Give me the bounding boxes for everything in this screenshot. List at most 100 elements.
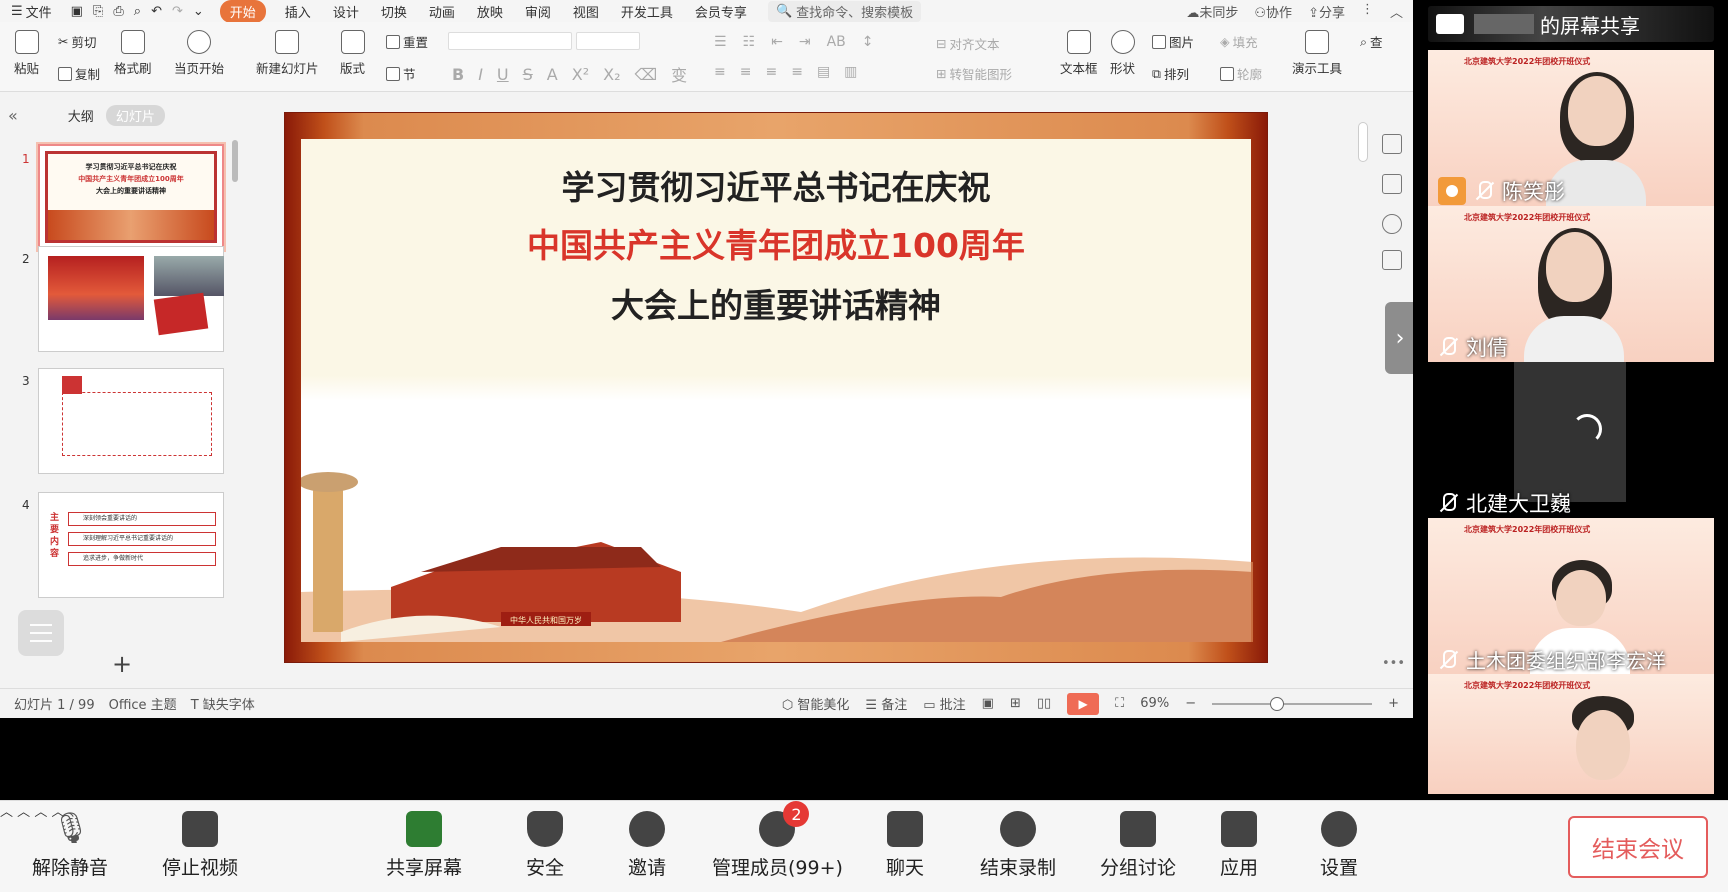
add-slide-icon[interactable]: + (112, 650, 132, 678)
align-text-button[interactable]: ⊟ 对齐文本 (936, 34, 1000, 53)
justify-icon[interactable]: ≡ (791, 64, 803, 80)
share-screen-button[interactable]: 共享屏幕 (386, 811, 462, 880)
font-name-select[interactable] (448, 32, 572, 50)
slide-title-line1[interactable]: 学习贯彻习近平总书记在庆祝 (301, 161, 1251, 209)
present-tools-button[interactable]: 演示工具 (1292, 30, 1342, 77)
save-icon[interactable]: ▣ (71, 4, 83, 19)
fill-button[interactable]: ◈ 填充 (1220, 32, 1258, 51)
sync-status[interactable]: ☁未同步 (1186, 2, 1238, 21)
tab-slides[interactable]: 幻灯片 (105, 104, 165, 126)
outline-button[interactable]: 轮廓 (1220, 64, 1262, 83)
indent-icon[interactable]: ⇥ (799, 34, 811, 50)
more-icon[interactable]: ⋮ (1361, 2, 1374, 21)
chevron-up-icon[interactable]: ︿ (0, 805, 13, 820)
undo-icon[interactable]: ↶ (151, 4, 162, 19)
slide-thumbnail-2[interactable] (38, 246, 224, 352)
slide-title-line2[interactable]: 中国共产主义青年团成立100周年 (301, 219, 1251, 267)
cut-button[interactable]: ✂ 剪切 (58, 32, 97, 51)
tab-member[interactable]: 会员专享 (684, 2, 758, 21)
distribute-icon[interactable]: ▤ (817, 64, 830, 80)
expand-panel-button[interactable]: › (1385, 302, 1415, 374)
tab-design[interactable]: 设计 (322, 2, 370, 21)
export-icon[interactable]: ⎘ (93, 4, 103, 19)
missing-font-button[interactable]: T 缺失字体 (191, 694, 255, 713)
file-menu[interactable]: ☰ 文件 (0, 2, 63, 21)
slide-thumbnail-3[interactable] (38, 368, 224, 474)
find-button[interactable]: ⌕ 查 (1360, 32, 1383, 51)
font-color-icon[interactable]: A (547, 65, 558, 84)
copy-button[interactable]: 复制 (58, 64, 100, 83)
manage-members-button[interactable]: 2 管理成员(99+) (712, 801, 843, 880)
canvas-scrollbar[interactable] (1354, 100, 1372, 685)
play-from-current-button[interactable]: 当页开始 (174, 30, 224, 77)
tab-slideshow[interactable]: 放映 (466, 2, 514, 21)
arrange-button[interactable]: ⧉ 排列 (1152, 64, 1189, 83)
smart-beautify-button[interactable]: ⬡ 智能美化 (782, 694, 850, 713)
command-search[interactable]: 🔍 查找命令、搜索模板 (767, 0, 922, 22)
breakout-button[interactable]: 分组讨论 (1100, 811, 1176, 880)
preview-icon[interactable]: ⌕ (134, 4, 141, 19)
zoom-in-icon[interactable]: + (1388, 696, 1399, 711)
tab-outline[interactable]: 大纲 (68, 106, 94, 125)
print-icon[interactable]: ⎙ (113, 4, 123, 19)
comments-button[interactable]: ▭ 批注 (923, 694, 965, 713)
chevron-down-icon[interactable]: ⌄ (193, 4, 204, 19)
copy-slide-icon[interactable] (1382, 174, 1402, 194)
slide-thumbnail-4[interactable]: 主要内容 深刻领会重要讲话的 深刻理解习近平总书记重要讲话的 追求进步，争做新时… (38, 492, 224, 598)
tab-developer[interactable]: 开发工具 (610, 2, 684, 21)
thumb-scrollbar[interactable] (232, 140, 238, 182)
stop-video-button[interactable]: 停止视频 (162, 811, 238, 880)
slide-title-line3[interactable]: 大会上的重要讲话精神 (301, 279, 1251, 327)
paste-button[interactable]: 粘贴 (14, 30, 39, 77)
collaborate-button[interactable]: ⚇协作 (1254, 2, 1292, 21)
normal-view-icon[interactable]: ▣ (982, 696, 994, 711)
chevron-up-icon[interactable]: ︿ (17, 805, 30, 820)
slide-thumbnail-1[interactable]: 学习贯彻习近平总书记在庆祝 中国共产主义青年团成立100周年 大会上的重要讲话精… (38, 144, 224, 250)
end-meeting-button[interactable]: 结束会议 (1568, 816, 1708, 878)
settings-sliders-icon[interactable] (1382, 134, 1402, 154)
help-icon[interactable] (1382, 214, 1402, 234)
bold-icon[interactable]: B (452, 65, 464, 84)
tab-review[interactable]: 审阅 (514, 2, 562, 21)
tab-animations[interactable]: 动画 (418, 2, 466, 21)
line-spacing-icon[interactable]: ↕ (862, 34, 874, 50)
superscript-icon[interactable]: X² (572, 65, 589, 84)
outdent-icon[interactable]: ⇤ (771, 34, 783, 50)
collapse-panel-icon[interactable]: « (8, 106, 18, 125)
collapse-ribbon-icon[interactable]: ︿ (1390, 2, 1403, 21)
format-painter-button[interactable]: 格式刷 (114, 30, 152, 77)
tab-view[interactable]: 视图 (562, 2, 610, 21)
layout-button[interactable]: 版式 (340, 30, 365, 77)
zoom-level[interactable]: 69% (1140, 696, 1169, 711)
video-tile[interactable]: 北建大卫巍 (1428, 362, 1714, 522)
fit-window-icon[interactable]: ⛶ (1115, 696, 1124, 711)
notes-button[interactable]: ☰ 备注 (865, 694, 907, 713)
current-slide[interactable]: 学习贯彻习近平总书记在庆祝 中国共产主义青年团成立100周年 大会上的重要讲话精… (284, 112, 1268, 663)
new-slide-button[interactable]: 新建幻灯片 (256, 30, 319, 77)
tab-transitions[interactable]: 切换 (370, 2, 418, 21)
zoom-out-icon[interactable]: − (1185, 696, 1196, 711)
video-tile[interactable]: 北京建筑大学2022年团校开班仪式 陈笑彤 (1428, 50, 1714, 210)
theme-name[interactable]: Office 主题 (109, 694, 177, 713)
zoom-slider[interactable] (1212, 696, 1373, 711)
clear-format-icon[interactable]: ⌫ (635, 65, 658, 84)
scroll-thumb[interactable] (1358, 122, 1368, 162)
zoom-slider-knob[interactable] (1270, 696, 1285, 711)
char-spacing-icon[interactable]: 变 (671, 62, 687, 86)
textbox-button[interactable]: 文本框 (1060, 30, 1098, 77)
align-right-icon[interactable]: ≡ (765, 64, 777, 80)
security-button[interactable]: 安全 (526, 811, 564, 880)
tab-insert[interactable]: 插入 (274, 2, 322, 21)
invite-button[interactable]: 邀请 (628, 811, 666, 880)
reading-view-icon[interactable]: ▯▯ (1037, 696, 1051, 711)
tab-home[interactable]: 开始 (219, 0, 266, 23)
convert-smartart-button[interactable]: ⊞ 转智能图形 (936, 64, 1012, 83)
video-tile[interactable]: 北京建筑大学2022年团校开班仪式 刘倩 (1428, 206, 1714, 366)
end-recording-button[interactable]: 结束录制 (980, 811, 1056, 880)
redo-icon[interactable]: ↷ (172, 4, 183, 19)
chat-button[interactable]: 聊天 (886, 811, 924, 880)
bullet-list-icon[interactable]: ☰ (714, 34, 727, 50)
more-icon[interactable]: ••• (1382, 656, 1405, 671)
columns-icon[interactable]: ▥ (844, 64, 857, 80)
align-left-icon[interactable]: ≡ (714, 64, 726, 80)
